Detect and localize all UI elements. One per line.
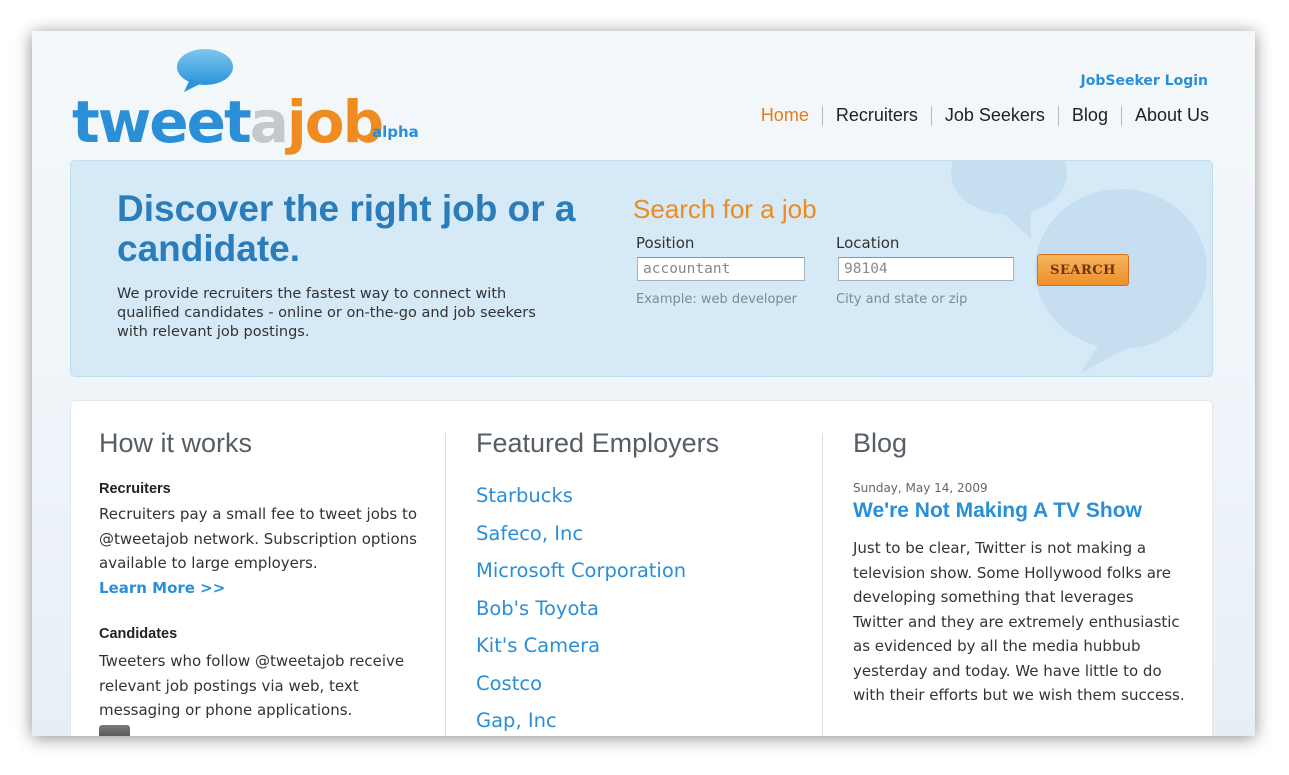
jobseeker-login-link[interactable]: JobSeeker Login bbox=[1081, 73, 1208, 89]
employer-link[interactable]: Safeco, Inc bbox=[476, 522, 583, 545]
logo-job-text: job bbox=[286, 88, 384, 156]
list-item: Gap, Inc bbox=[476, 706, 686, 736]
nav-separator bbox=[930, 105, 932, 126]
list-item: Bob's Toyota bbox=[476, 594, 686, 632]
logo-a-text: a bbox=[249, 88, 289, 156]
blog-column: Blog Sunday, May 14, 2009 We're Not Maki… bbox=[853, 401, 1188, 736]
nav-separator bbox=[821, 105, 823, 126]
hero-description: We provide recruiters the fastest way to… bbox=[117, 286, 536, 340]
how-it-works-column: How it works Recruiters Recruiters pay a… bbox=[99, 401, 429, 736]
blog-heading: Blog bbox=[853, 428, 908, 458]
blog-post-date: Sunday, May 14, 2009 bbox=[853, 481, 988, 495]
nav-blog[interactable]: Blog bbox=[1072, 105, 1108, 126]
location-hint: City and state or zip bbox=[836, 292, 968, 307]
speech-bubble-icon bbox=[177, 49, 233, 92]
phone-thumbnail bbox=[99, 725, 130, 736]
recruiters-heading: Recruiters bbox=[99, 481, 171, 497]
featured-employers-heading: Featured Employers bbox=[476, 428, 720, 458]
how-it-works-heading: How it works bbox=[99, 428, 253, 458]
employer-link[interactable]: Gap, Inc bbox=[476, 709, 557, 732]
employer-link[interactable]: Starbucks bbox=[476, 484, 573, 507]
list-item: Safeco, Inc bbox=[476, 519, 686, 557]
employer-link[interactable]: Kit's Camera bbox=[476, 634, 600, 657]
nav-separator bbox=[1120, 105, 1122, 126]
content-panel: How it works Recruiters Recruiters pay a… bbox=[70, 400, 1213, 736]
list-item: Costco bbox=[476, 669, 686, 707]
position-hint: Example: web developer bbox=[636, 292, 798, 307]
blog-post-excerpt: Just to be clear, Twitter is not making … bbox=[853, 539, 1185, 704]
candidates-heading: Candidates bbox=[99, 626, 178, 642]
hero-banner: Discover the right job or a candidate. W… bbox=[70, 160, 1213, 377]
position-input[interactable] bbox=[637, 257, 805, 281]
nav-job-seekers[interactable]: Job Seekers bbox=[945, 105, 1045, 126]
search-heading: Search for a job bbox=[633, 194, 817, 224]
nav-about-us[interactable]: About Us bbox=[1135, 105, 1209, 126]
nav-home[interactable]: Home bbox=[761, 105, 809, 126]
list-item: Kit's Camera bbox=[476, 631, 686, 669]
employer-list: Starbucks Safeco, Inc Microsoft Corporat… bbox=[476, 481, 686, 736]
list-item: Microsoft Corporation bbox=[476, 556, 686, 594]
nav-recruiters[interactable]: Recruiters bbox=[836, 105, 918, 126]
search-button[interactable]: SEARCH bbox=[1037, 254, 1129, 286]
nav-separator bbox=[1057, 105, 1059, 126]
featured-employers-column: Featured Employers Starbucks Safeco, Inc… bbox=[476, 401, 806, 736]
hero-title: Discover the right job or a candidate. bbox=[117, 188, 576, 269]
logo-tweet-text: tweet bbox=[72, 88, 252, 156]
browser-page: tweetajob alpha JobSeeker Login Home Rec… bbox=[32, 31, 1255, 736]
main-navigation: Home Recruiters Job Seekers Blog About U… bbox=[761, 105, 1209, 126]
employer-link[interactable]: Costco bbox=[476, 672, 542, 695]
column-divider bbox=[445, 433, 446, 736]
employer-link[interactable]: Microsoft Corporation bbox=[476, 559, 686, 582]
position-label: Position bbox=[636, 234, 695, 252]
employer-link[interactable]: Bob's Toyota bbox=[476, 597, 599, 620]
candidates-text: Tweeters who follow @tweetajob receive r… bbox=[99, 652, 405, 719]
location-input[interactable] bbox=[838, 257, 1014, 281]
list-item: Starbucks bbox=[476, 481, 686, 519]
learn-more-link[interactable]: Learn More >> bbox=[99, 579, 225, 597]
blog-post-title-link[interactable]: We're Not Making A TV Show bbox=[853, 499, 1142, 523]
alpha-badge: alpha bbox=[372, 123, 419, 141]
recruiters-text: Recruiters pay a small fee to tweet jobs… bbox=[99, 505, 418, 572]
column-divider bbox=[822, 433, 823, 736]
location-label: Location bbox=[836, 234, 900, 252]
logo-wordmark: tweetajob bbox=[72, 93, 384, 151]
